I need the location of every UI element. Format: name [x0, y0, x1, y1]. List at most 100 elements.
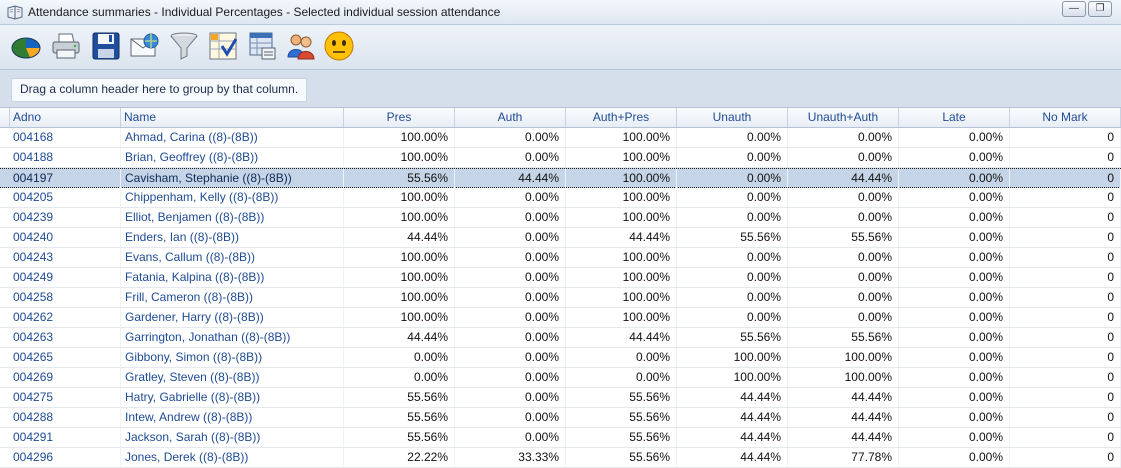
cell-auth[interactable]: 0.00% [455, 308, 566, 327]
cell-auth-pres[interactable]: 44.44% [566, 328, 677, 347]
cell-adno[interactable]: 004197 [10, 169, 121, 188]
table-row[interactable]: 004249 Fatania, Kalpina ((8)-(8B)) 100.00%… [0, 268, 1121, 288]
cell-late[interactable]: 0.00% [899, 248, 1010, 267]
table-row[interactable]: 004168 Ahmad, Carina ((8)-(8B)) 100.00% 0.0… [0, 128, 1121, 148]
cell-auth[interactable]: 0.00% [455, 208, 566, 227]
cell-late[interactable]: 0.00% [899, 169, 1010, 188]
cell-unauth[interactable]: 44.44% [677, 428, 788, 447]
column-header-name[interactable]: Name [121, 108, 344, 127]
cell-unauth-auth[interactable]: 55.56% [788, 328, 899, 347]
cell-auth[interactable]: 0.00% [455, 388, 566, 407]
table-row[interactable]: 004269 Gratley, Steven ((8)-(8B)) 0.00% 0.0… [0, 368, 1121, 388]
cell-adno[interactable]: 004239 [10, 208, 121, 227]
table-row[interactable]: 004291 Jackson, Sarah ((8)-(8B)) 55.56% 0.0… [0, 428, 1121, 448]
cell-adno[interactable]: 004188 [10, 148, 121, 167]
cell-late[interactable]: 0.00% [899, 308, 1010, 327]
cell-no-mark[interactable]: 0 [1010, 169, 1121, 188]
table-row[interactable]: 004240 Enders, Ian ((8)-(8B)) 44.44% 0.00% 4… [0, 228, 1121, 248]
cell-unauth-auth[interactable]: 44.44% [788, 428, 899, 447]
cell-name[interactable]: Jackson, Sarah ((8)-(8B)) [121, 428, 344, 447]
cell-name[interactable]: Chippenham, Kelly ((8)-(8B)) [121, 188, 344, 207]
cell-auth-pres[interactable]: 55.56% [566, 428, 677, 447]
cell-auth-pres[interactable]: 0.00% [566, 348, 677, 367]
cell-name[interactable]: Intew, Andrew ((8)-(8B)) [121, 408, 344, 427]
cell-auth[interactable]: 0.00% [455, 148, 566, 167]
cell-pres[interactable]: 0.00% [344, 348, 455, 367]
cell-pres[interactable]: 55.56% [344, 169, 455, 188]
cell-unauth[interactable]: 0.00% [677, 308, 788, 327]
cell-late[interactable]: 0.00% [899, 428, 1010, 447]
column-header-late[interactable]: Late [899, 108, 1010, 127]
cell-no-mark[interactable]: 0 [1010, 348, 1121, 367]
table-row[interactable]: 004288 Intew, Andrew ((8)-(8B)) 55.56% 0.00… [0, 408, 1121, 428]
cell-no-mark[interactable]: 0 [1010, 248, 1121, 267]
smiley-button[interactable] [323, 29, 355, 63]
cell-auth-pres[interactable]: 100.00% [566, 268, 677, 287]
cell-auth-pres[interactable]: 55.56% [566, 448, 677, 467]
cell-unauth-auth[interactable]: 0.00% [788, 288, 899, 307]
column-header-auth[interactable]: Auth [455, 108, 566, 127]
cell-pres[interactable]: 100.00% [344, 188, 455, 207]
cell-late[interactable]: 0.00% [899, 208, 1010, 227]
cell-unauth-auth[interactable]: 0.00% [788, 188, 899, 207]
table-row[interactable]: 004243 Evans, Callum ((8)-(8B)) 100.00% 0.0… [0, 248, 1121, 268]
cell-auth-pres[interactable]: 100.00% [566, 148, 677, 167]
cell-unauth[interactable]: 0.00% [677, 188, 788, 207]
filter-button[interactable] [168, 29, 200, 63]
cell-adno[interactable]: 004249 [10, 268, 121, 287]
cell-name[interactable]: Evans, Callum ((8)-(8B)) [121, 248, 344, 267]
cell-no-mark[interactable]: 0 [1010, 288, 1121, 307]
table-row[interactable]: 004262 Gardener, Harry ((8)-(8B)) 100.00% 0… [0, 308, 1121, 328]
cell-auth-pres[interactable]: 100.00% [566, 128, 677, 147]
cell-auth[interactable]: 0.00% [455, 288, 566, 307]
cell-adno[interactable]: 004265 [10, 348, 121, 367]
cell-unauth[interactable]: 0.00% [677, 148, 788, 167]
table-row[interactable]: 004296 Jones, Derek ((8)-(8B)) 22.22% 33.33… [0, 448, 1121, 468]
cell-pres[interactable]: 55.56% [344, 428, 455, 447]
cell-unauth-auth[interactable]: 44.44% [788, 169, 899, 188]
cell-adno[interactable]: 004263 [10, 328, 121, 347]
cell-auth[interactable]: 0.00% [455, 368, 566, 387]
cell-unauth-auth[interactable]: 0.00% [788, 268, 899, 287]
cell-no-mark[interactable]: 0 [1010, 268, 1121, 287]
restore-button[interactable]: ❐ [1088, 1, 1112, 17]
cell-no-mark[interactable]: 0 [1010, 208, 1121, 227]
cell-name[interactable]: Hatry, Gabrielle ((8)-(8B)) [121, 388, 344, 407]
cell-unauth[interactable]: 55.56% [677, 228, 788, 247]
cell-auth[interactable]: 0.00% [455, 408, 566, 427]
cell-pres[interactable]: 100.00% [344, 308, 455, 327]
table-row[interactable]: 004239 Elliot, Benjamen ((8)-(8B)) 100.00%… [0, 208, 1121, 228]
cell-name[interactable]: Elliot, Benjamen ((8)-(8B)) [121, 208, 344, 227]
column-header-unauth-auth[interactable]: Unauth+Auth [788, 108, 899, 127]
cell-auth-pres[interactable]: 100.00% [566, 169, 677, 188]
cell-name[interactable]: Gratley, Steven ((8)-(8B)) [121, 368, 344, 387]
cell-name[interactable]: Jones, Derek ((8)-(8B)) [121, 448, 344, 467]
table-row[interactable]: 004265 Gibbony, Simon ((8)-(8B)) 0.00% 0.00… [0, 348, 1121, 368]
cell-pres[interactable]: 100.00% [344, 288, 455, 307]
cell-unauth[interactable]: 100.00% [677, 348, 788, 367]
cell-pres[interactable]: 100.00% [344, 208, 455, 227]
checklist-button[interactable] [207, 29, 239, 63]
table-row[interactable]: 004275 Hatry, Gabrielle ((8)-(8B)) 55.56% 0… [0, 388, 1121, 408]
users-button[interactable] [285, 29, 317, 63]
cell-no-mark[interactable]: 0 [1010, 188, 1121, 207]
cell-unauth-auth[interactable]: 0.00% [788, 208, 899, 227]
cell-unauth-auth[interactable]: 100.00% [788, 368, 899, 387]
cell-unauth[interactable]: 44.44% [677, 388, 788, 407]
cell-unauth-auth[interactable]: 44.44% [788, 408, 899, 427]
cell-pres[interactable]: 100.00% [344, 268, 455, 287]
cell-name[interactable]: Cavisham, Stephanie ((8)-(8B)) [121, 169, 344, 188]
group-by-panel[interactable]: Drag a column header here to group by th… [0, 70, 1121, 108]
cell-late[interactable]: 0.00% [899, 388, 1010, 407]
cell-pres[interactable]: 55.56% [344, 388, 455, 407]
table-settings-button[interactable] [246, 29, 278, 63]
column-header-adno[interactable]: Adno [10, 108, 121, 127]
cell-late[interactable]: 0.00% [899, 228, 1010, 247]
cell-late[interactable]: 0.00% [899, 368, 1010, 387]
cell-unauth-auth[interactable]: 0.00% [788, 128, 899, 147]
save-button[interactable] [90, 29, 122, 63]
cell-unauth[interactable]: 55.56% [677, 328, 788, 347]
cell-late[interactable]: 0.00% [899, 188, 1010, 207]
cell-late[interactable]: 0.00% [899, 448, 1010, 467]
cell-name[interactable]: Frill, Cameron ((8)-(8B)) [121, 288, 344, 307]
